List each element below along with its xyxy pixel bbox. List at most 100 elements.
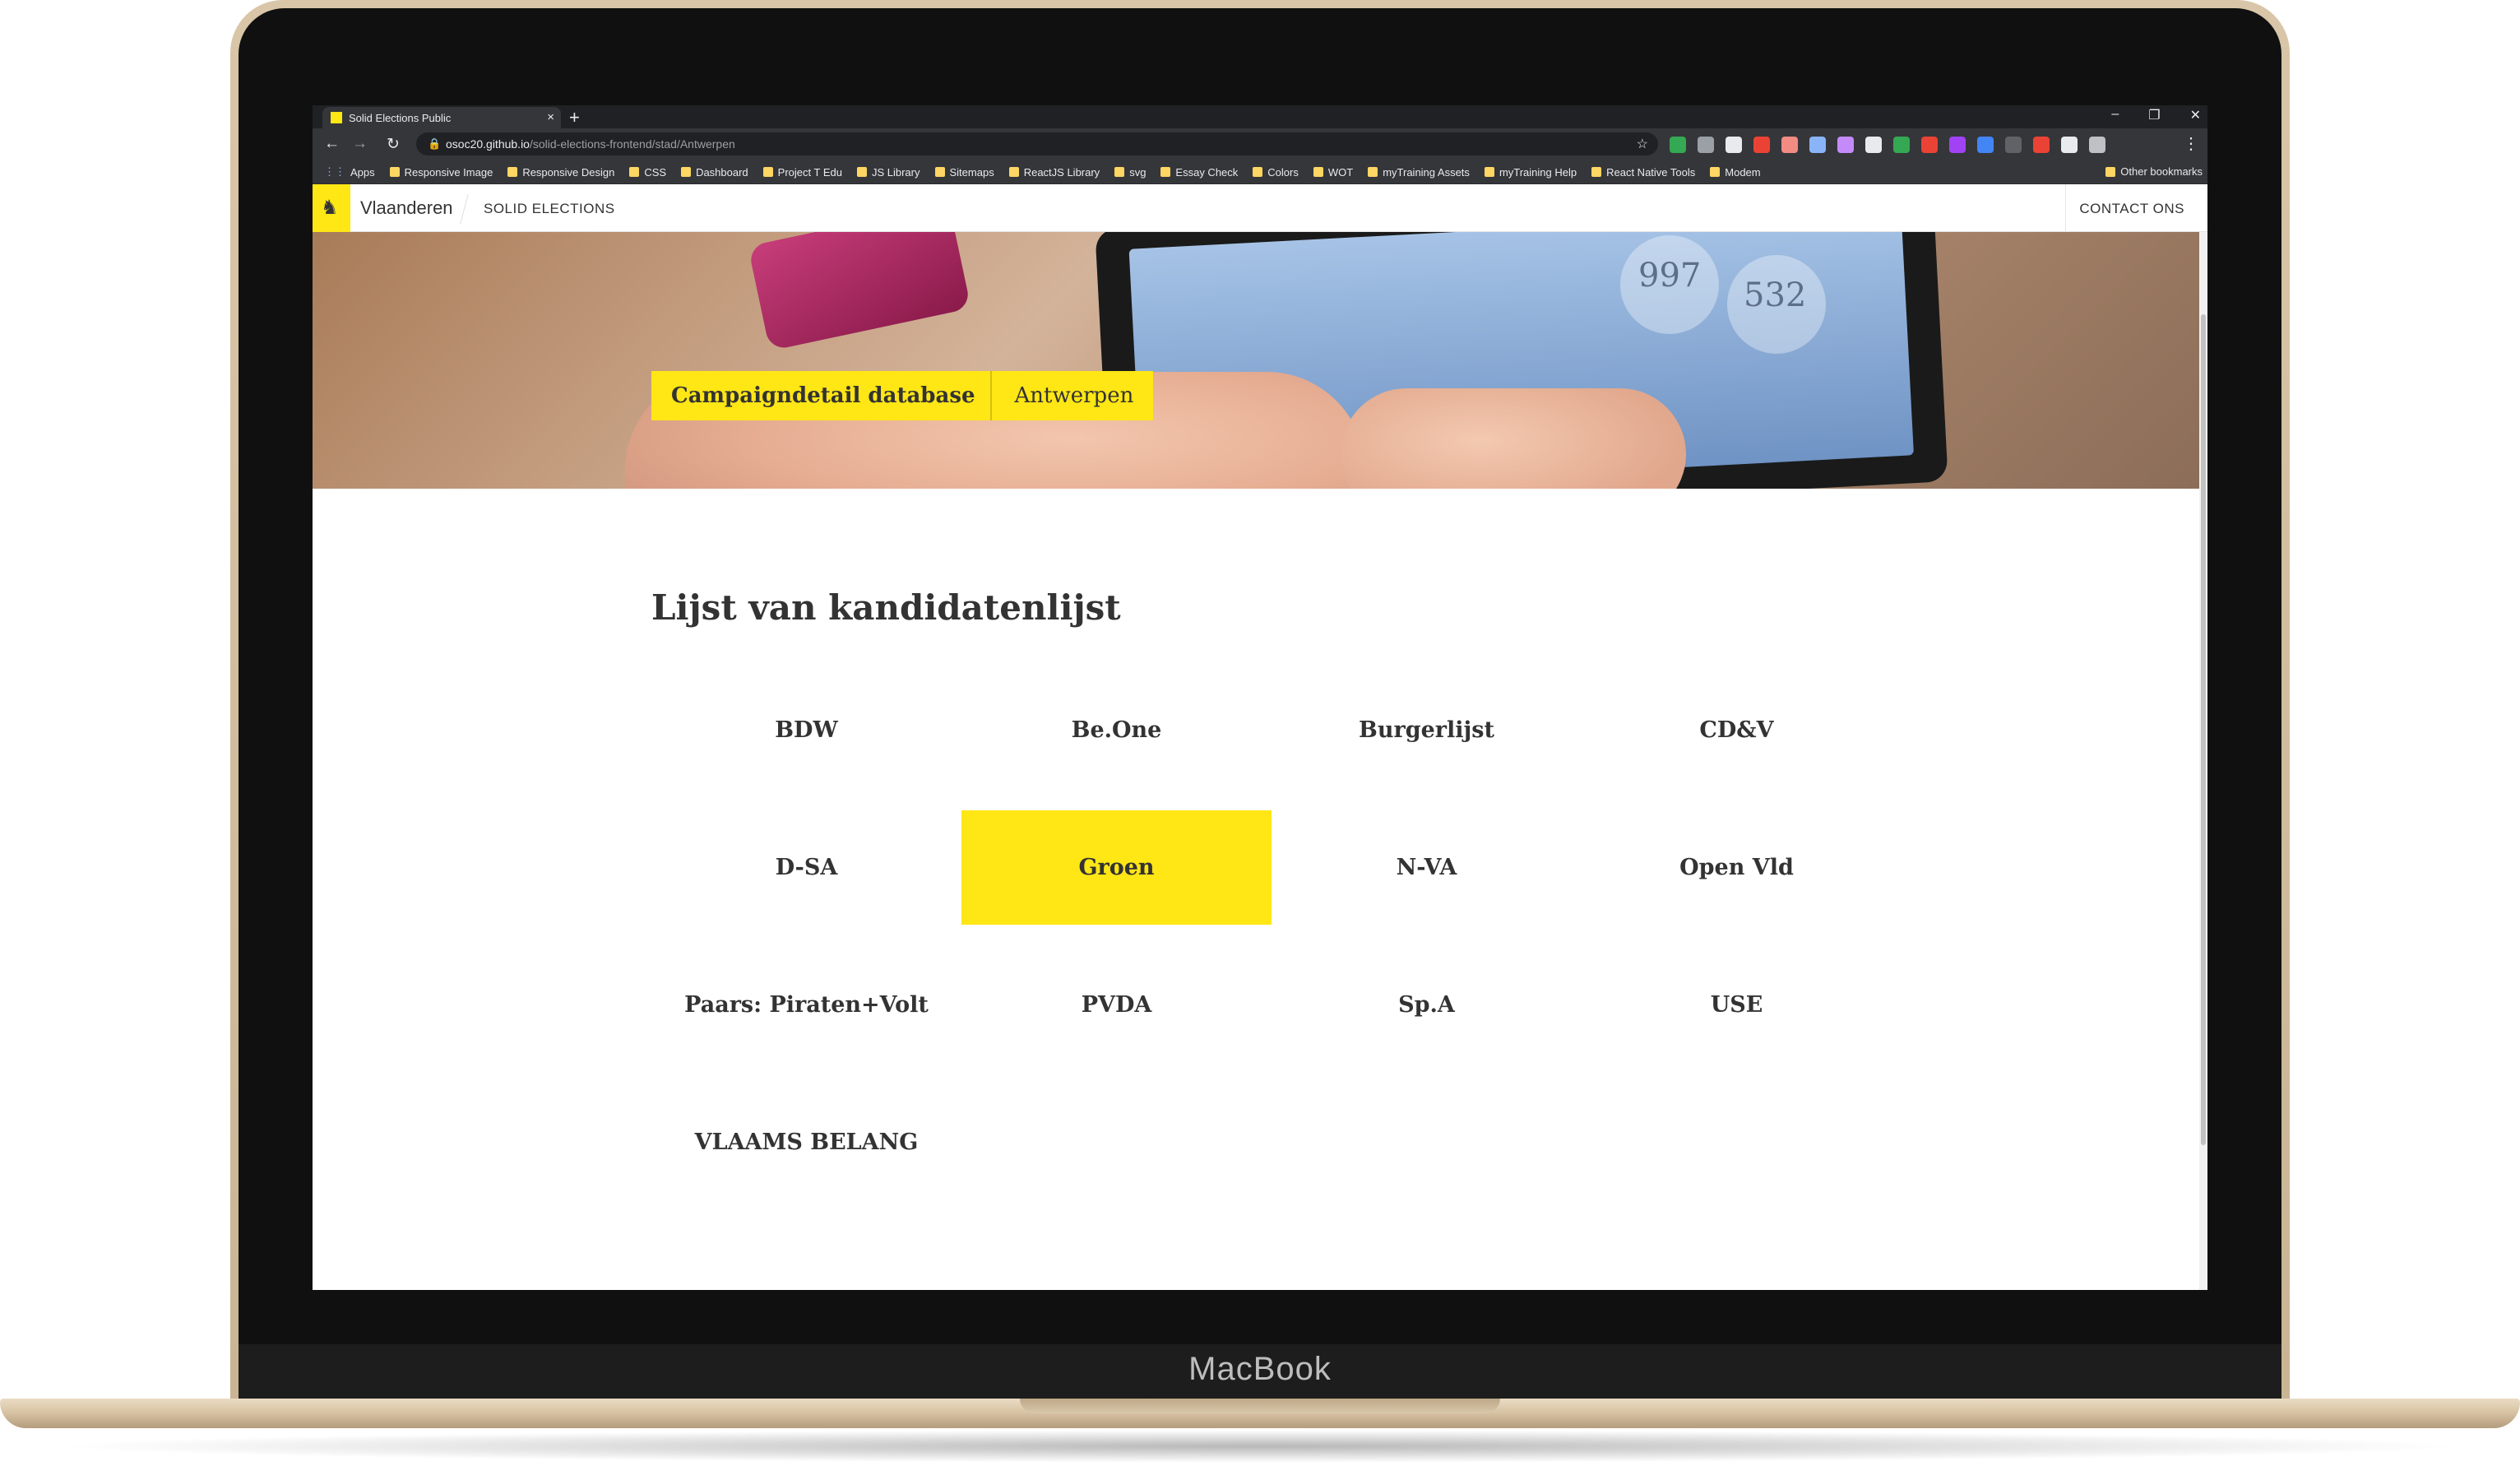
extension-icon[interactable] xyxy=(1921,137,1938,153)
folder-icon xyxy=(762,167,773,177)
bookmarks-list: ⋮⋮ Apps Responsive Image Responsive Design C… xyxy=(324,165,1761,179)
bookmark-label: Sitemaps xyxy=(949,165,994,179)
party-item[interactable]: Groen xyxy=(961,810,1272,925)
party-item[interactable]: Burgerlijst xyxy=(1272,673,1582,787)
page-title: Lijst van kandidatenlijst xyxy=(651,587,1121,628)
party-item[interactable]: VLAAMS BELANG xyxy=(651,1085,961,1199)
bookmark-star-icon[interactable]: ☆ xyxy=(1637,136,1648,152)
bookmark-item[interactable]: Dashboard xyxy=(681,165,748,179)
bookmark-item[interactable]: CSS xyxy=(629,165,666,179)
laptop-frame: MacBook Solid Elections Public × + – ❐ ✕… xyxy=(0,0,2520,1480)
folder-icon xyxy=(2105,166,2116,177)
header-divider xyxy=(460,194,469,224)
party-item[interactable]: Be.One xyxy=(961,673,1272,787)
party-item[interactable]: D-SA xyxy=(651,810,961,925)
folder-icon xyxy=(1008,167,1019,177)
other-bookmarks[interactable]: Other bookmarks xyxy=(2105,165,2203,178)
bookmark-item[interactable]: Essay Check xyxy=(1160,165,1238,179)
browser-tab-strip: Solid Elections Public × + – ❐ ✕ xyxy=(313,105,2207,128)
bookmark-item[interactable]: Project T Edu xyxy=(762,165,842,179)
back-icon[interactable]: ← xyxy=(324,135,340,153)
lock-icon: 🔒 xyxy=(428,137,442,150)
extension-icon[interactable] xyxy=(2061,137,2078,153)
site-name[interactable]: Vlaanderen xyxy=(360,197,453,219)
bookmark-label: Responsive Design xyxy=(522,165,615,179)
bookmark-label: WOT xyxy=(1327,165,1354,179)
extension-icon[interactable] xyxy=(1949,137,1966,153)
extension-icon[interactable] xyxy=(1698,137,1714,153)
bookmark-item[interactable]: ReactJS Library xyxy=(1008,165,1100,179)
bookmark-item[interactable]: WOT xyxy=(1313,165,1353,179)
extension-icon[interactable] xyxy=(1865,137,1882,153)
party-item[interactable]: N-VA xyxy=(1272,810,1582,925)
breadcrumb-title[interactable]: Campaigndetail database xyxy=(651,371,990,420)
extension-icon[interactable] xyxy=(1893,137,1910,153)
bookmark-label: Dashboard xyxy=(696,165,748,179)
bookmark-label: myTraining Help xyxy=(1499,165,1577,179)
breadcrumb-city: Antwerpen xyxy=(989,371,1154,420)
bookmark-item[interactable]: JS Library xyxy=(856,165,920,179)
extension-icon[interactable] xyxy=(2033,137,2050,153)
extension-icon[interactable] xyxy=(1726,137,1742,153)
bookmark-item[interactable]: ⋮⋮ Apps xyxy=(324,165,375,179)
folder-icon xyxy=(1160,167,1171,177)
extension-icon[interactable] xyxy=(2089,137,2105,153)
extension-icon[interactable] xyxy=(1809,137,1826,153)
restore-icon[interactable]: ❐ xyxy=(2148,107,2160,123)
bookmark-label: CSS xyxy=(644,165,667,179)
tab-favicon-icon xyxy=(331,112,342,123)
extension-icon[interactable] xyxy=(1753,137,1770,153)
folder-icon xyxy=(1591,167,1602,177)
address-bar[interactable]: 🔒 osoc20.github.io/solid-elections-front… xyxy=(416,132,1658,155)
party-item[interactable]: Sp.A xyxy=(1272,948,1582,1062)
scrollbar-thumb[interactable] xyxy=(2201,314,2206,1145)
folder-icon xyxy=(1710,167,1721,177)
apps-grid-icon: ⋮⋮ xyxy=(324,165,345,178)
party-item[interactable]: PVDA xyxy=(961,948,1272,1062)
bookmark-item[interactable]: myTraining Help xyxy=(1484,165,1577,179)
new-tab-button[interactable]: + xyxy=(569,107,580,128)
bookmark-item[interactable]: Modem xyxy=(1710,165,1761,179)
browser-menu-icon[interactable]: ⋮ xyxy=(2183,133,2199,154)
bookmark-label: Modem xyxy=(1725,165,1761,179)
hero-stat-number: 997 xyxy=(1638,257,1702,295)
vlaanderen-logo[interactable]: ♞ xyxy=(313,184,350,232)
folder-icon xyxy=(1313,167,1323,177)
reload-icon[interactable]: ↻ xyxy=(387,135,400,154)
folder-icon xyxy=(1368,167,1378,177)
close-window-icon[interactable]: ✕ xyxy=(2190,107,2201,123)
folder-icon xyxy=(507,167,518,177)
bookmark-item[interactable]: Colors xyxy=(1253,165,1299,179)
party-item[interactable]: Paars: Piraten+Volt xyxy=(651,948,961,1062)
bookmark-label: React Native Tools xyxy=(1606,165,1696,179)
lion-icon: ♞ xyxy=(321,197,339,219)
minimize-icon[interactable]: – xyxy=(2111,107,2119,123)
party-item[interactable]: USE xyxy=(1582,948,1892,1062)
app-name-link[interactable]: SOLID ELECTIONS xyxy=(484,201,615,217)
forward-icon[interactable]: → xyxy=(352,135,368,153)
party-item[interactable]: BDW xyxy=(651,673,961,787)
contact-link[interactable]: CONTACT ONS xyxy=(2079,201,2184,217)
extension-icon[interactable] xyxy=(1977,137,1994,153)
party-item[interactable]: CD&V xyxy=(1582,673,1892,787)
extension-icon[interactable] xyxy=(1837,137,1854,153)
tab-close-icon[interactable]: × xyxy=(547,110,554,124)
bookmark-item[interactable]: React Native Tools xyxy=(1591,165,1695,179)
site-header: ♞ Vlaanderen SOLID ELECTIONS CONTACT ONS xyxy=(313,184,2207,232)
bookmark-item[interactable]: Responsive Design xyxy=(507,165,614,179)
bookmark-item[interactable]: myTraining Assets xyxy=(1368,165,1470,179)
folder-icon xyxy=(856,167,867,177)
folder-icon xyxy=(934,167,945,177)
page-scrollbar[interactable] xyxy=(2199,232,2207,1290)
extension-icon[interactable] xyxy=(2005,137,2022,153)
browser-toolbar: ← → ↻ 🔒 osoc20.github.io/solid-elections… xyxy=(313,128,2207,160)
extension-icon[interactable] xyxy=(1670,137,1686,153)
url-host: osoc20.github.io xyxy=(446,137,530,151)
bookmark-item[interactable]: Sitemaps xyxy=(934,165,994,179)
extension-icon[interactable] xyxy=(1781,137,1798,153)
url-text: osoc20.github.io/solid-elections-fronten… xyxy=(446,137,735,151)
party-item[interactable]: Open Vld xyxy=(1582,810,1892,925)
bookmark-item[interactable]: Responsive Image xyxy=(389,165,493,179)
browser-tab[interactable]: Solid Elections Public × xyxy=(322,107,561,128)
bookmark-item[interactable]: svg xyxy=(1114,165,1146,179)
